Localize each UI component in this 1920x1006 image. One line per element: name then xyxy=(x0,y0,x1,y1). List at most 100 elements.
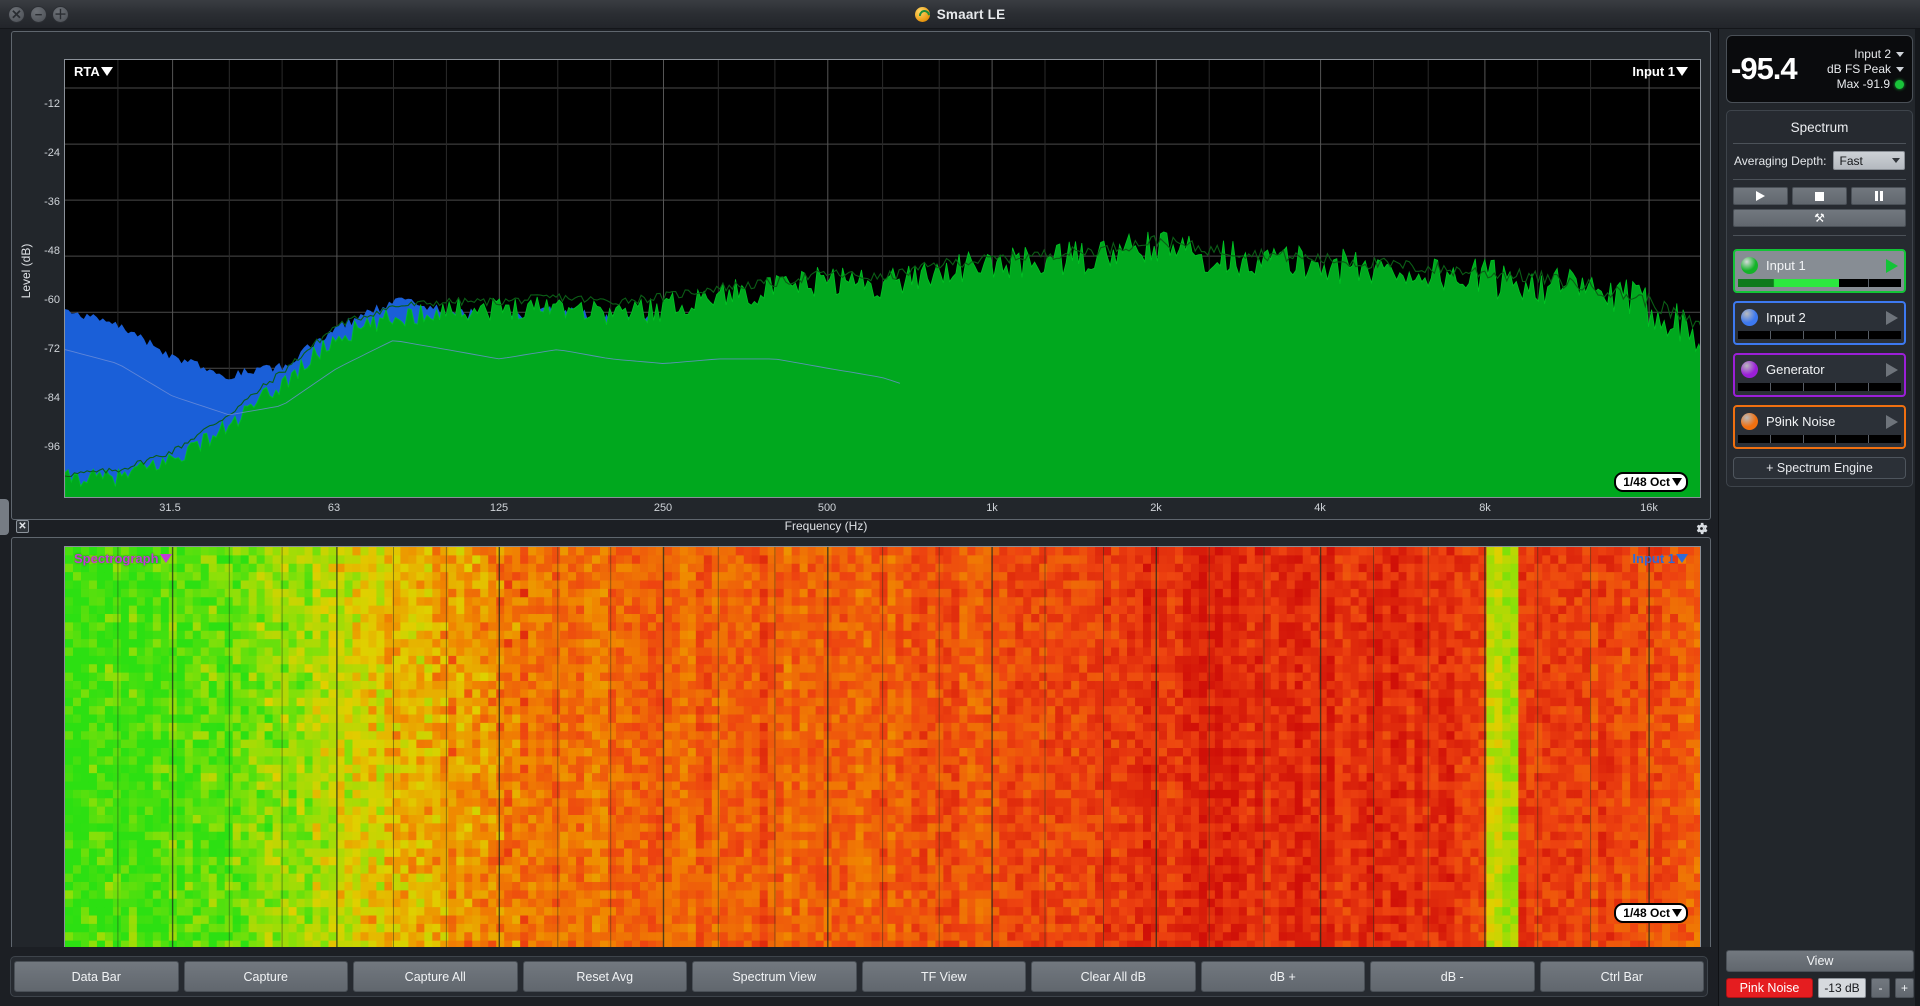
tf-view-button[interactable]: TF View xyxy=(861,961,1026,992)
window-controls: ✕ − ＋ xyxy=(8,6,69,23)
db-increase-button[interactable]: dB + xyxy=(1200,961,1365,992)
readout-unit-label: dB FS Peak xyxy=(1826,62,1891,76)
engine-meter xyxy=(1738,435,1901,443)
chevron-down-icon xyxy=(1676,554,1688,563)
stop-button[interactable] xyxy=(1792,187,1847,205)
engine-row[interactable]: Input 2 xyxy=(1738,306,1901,329)
averaging-depth-select[interactable]: Fast xyxy=(1832,151,1905,170)
spectrum-panel: Spectrum Averaging Depth: Fast ⚒ Input 1… xyxy=(1726,110,1913,487)
engine-slot[interactable]: Input 2 xyxy=(1733,301,1906,345)
rta-type-label: RTA xyxy=(74,64,100,79)
engine-run-icon[interactable] xyxy=(1886,310,1898,325)
rta-resolution-selector[interactable]: 1/48 Oct xyxy=(1614,472,1688,492)
readout-max-label: Max -91.9 xyxy=(1836,77,1890,91)
x-tick: 250 xyxy=(653,502,673,514)
ctrl-bar-button[interactable]: Ctrl Bar xyxy=(1539,961,1704,992)
gain-decrease-button[interactable]: - xyxy=(1871,978,1890,998)
x-tick: 63 xyxy=(327,502,341,514)
chevron-down-icon xyxy=(1892,158,1900,163)
chevron-down-icon xyxy=(100,67,113,76)
engine-label: Input 2 xyxy=(1766,310,1806,325)
rta-resolution-label: 1/48 Oct xyxy=(1623,475,1670,489)
tools-button[interactable]: ⚒ xyxy=(1733,209,1906,227)
gain-increase-button[interactable]: + xyxy=(1895,978,1914,998)
y-tick: -36 xyxy=(44,196,60,208)
spectrograph-resolution-label: 1/48 Oct xyxy=(1623,906,1670,920)
pink-noise-button[interactable]: Pink Noise xyxy=(1726,978,1813,998)
rta-plot-area[interactable] xyxy=(64,59,1701,498)
engine-run-icon[interactable] xyxy=(1886,362,1898,377)
y-tick: -60 xyxy=(44,294,60,306)
capture-button[interactable]: Capture xyxy=(183,961,348,992)
divider xyxy=(1733,143,1906,144)
db-decrease-button[interactable]: dB - xyxy=(1370,961,1535,992)
y-tick: -72 xyxy=(44,343,60,355)
rta-type-selector[interactable]: RTA xyxy=(74,64,113,79)
app-title: Smaart LE xyxy=(914,6,1006,22)
engine-meter xyxy=(1738,331,1901,339)
engine-label: Generator xyxy=(1766,362,1825,377)
rta-settings-gear-icon[interactable] xyxy=(1694,521,1709,536)
x-tick: 31.5 xyxy=(159,502,181,514)
close-icon[interactable]: ✕ xyxy=(8,6,25,23)
rta-close-button[interactable]: ✕ xyxy=(16,520,29,533)
reset-avg-button[interactable]: Reset Avg xyxy=(522,961,687,992)
y-tick: -12 xyxy=(44,98,60,110)
spectrograph-source-selector[interactable]: Input 1 xyxy=(1632,551,1688,566)
title-bar: ✕ − ＋ Smaart LE xyxy=(0,0,1920,29)
engine-slot[interactable]: Input 1 xyxy=(1733,249,1906,293)
averaging-depth-value: Fast xyxy=(1839,153,1863,168)
noise-gain-field[interactable]: -13 dB xyxy=(1818,978,1866,998)
engine-slot[interactable]: Generator xyxy=(1733,353,1906,397)
divider xyxy=(1733,235,1906,236)
spectrograph-resolution-selector[interactable]: 1/48 Oct xyxy=(1614,903,1688,923)
engine-slot[interactable]: P9ink Noise xyxy=(1733,405,1906,449)
pink-noise-row: Pink Noise -13 dB - + xyxy=(1726,978,1914,998)
averaging-depth-label: Averaging Depth: xyxy=(1734,153,1827,168)
play-button[interactable] xyxy=(1733,187,1788,205)
rta-source-label: Input 1 xyxy=(1632,64,1675,79)
clear-all-db-button[interactable]: Clear All dB xyxy=(1031,961,1196,992)
view-button[interactable]: View xyxy=(1726,950,1914,972)
engine-color-icon xyxy=(1741,413,1758,430)
minimize-icon[interactable]: − xyxy=(30,6,47,23)
spectrograph-type-selector[interactable]: Spectrograph xyxy=(74,551,172,566)
panel-scrollbar[interactable] xyxy=(1915,29,1920,1006)
engine-run-icon[interactable] xyxy=(1886,414,1898,429)
right-control-panel: -95.4 Input 2 dB FS Peak Max -91.9 Spect… xyxy=(1718,29,1920,1006)
engine-label: P9ink Noise xyxy=(1766,414,1836,429)
engine-meter xyxy=(1738,383,1901,391)
readout-unit-selector[interactable]: dB FS Peak xyxy=(1827,62,1904,76)
panel-drag-handle[interactable] xyxy=(0,499,9,535)
y-tick: -84 xyxy=(44,392,60,404)
x-tick: 125 xyxy=(489,502,509,514)
engine-run-icon[interactable] xyxy=(1886,258,1898,273)
spectrograph-plot-area[interactable] xyxy=(64,546,1701,948)
level-readout: -95.4 Input 2 dB FS Peak Max -91.9 xyxy=(1726,35,1913,103)
y-tick: -96 xyxy=(44,441,60,453)
y-tick: -24 xyxy=(44,147,60,159)
x-tick: 8k xyxy=(1479,502,1491,514)
x-tick: 1k xyxy=(986,502,998,514)
engine-list: Input 1 Input 2 Generator P9ink Noise xyxy=(1733,243,1906,449)
chevron-down-icon xyxy=(1676,67,1688,76)
engine-meter xyxy=(1738,279,1901,287)
data-bar-button[interactable]: Data Bar xyxy=(14,961,179,992)
engine-color-icon xyxy=(1741,257,1758,274)
readout-details: Input 2 dB FS Peak Max -91.9 xyxy=(1797,47,1904,91)
transport-controls xyxy=(1733,187,1906,205)
rta-source-selector[interactable]: Input 1 xyxy=(1632,64,1688,79)
maximize-icon[interactable]: ＋ xyxy=(52,6,69,23)
engine-row[interactable]: P9ink Noise xyxy=(1738,410,1901,433)
level-value: -95.4 xyxy=(1731,51,1798,86)
graphs-region: Level (dB) -12 -24 -36 -48 -60 -72 -84 -… xyxy=(0,29,1718,982)
readout-source-selector[interactable]: Input 2 xyxy=(1854,47,1904,61)
pause-button[interactable] xyxy=(1851,187,1906,205)
add-spectrum-engine-button[interactable]: + Spectrum Engine xyxy=(1733,457,1906,479)
x-tick: 16k xyxy=(1640,502,1658,514)
toolbar-button-strip: Data Bar Capture Capture All Reset Avg S… xyxy=(10,956,1708,997)
capture-all-button[interactable]: Capture All xyxy=(353,961,518,992)
engine-row[interactable]: Generator xyxy=(1738,358,1901,381)
engine-row[interactable]: Input 1 xyxy=(1738,254,1901,277)
spectrum-view-button[interactable]: Spectrum View xyxy=(692,961,857,992)
